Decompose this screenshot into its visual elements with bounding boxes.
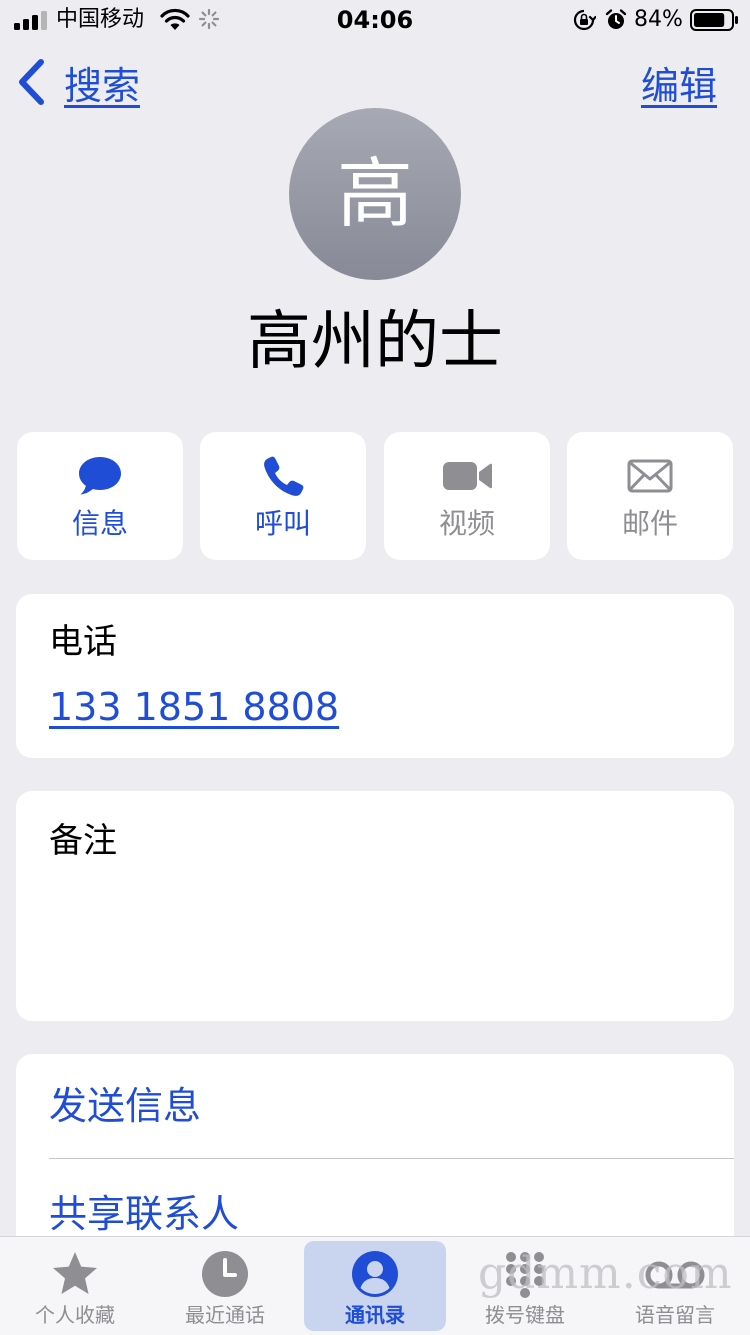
contact-name: 高州的士 [247,305,503,379]
phone-icon [264,456,304,496]
video-action-label: 视频 [438,507,495,540]
call-action-label: 呼叫 [254,507,311,540]
chevron-left-icon [19,59,44,105]
back-button-label: 搜索 [64,63,141,108]
tab-contacts-label: 通讯录 [345,1303,405,1327]
tab-favorites[interactable]: 个人收藏 [4,1241,146,1331]
battery-icon [690,9,738,31]
phone-card: 电话 133 1851 8808 [16,594,734,758]
envelope-icon [627,459,673,493]
phone-number-link[interactable]: 133 1851 8808 [49,682,339,732]
message-action-label: 信息 [71,507,128,540]
tab-favorites-label: 个人收藏 [35,1303,115,1327]
video-action-button[interactable]: 视频 [384,432,550,560]
avatar-initial: 高 [337,149,413,238]
tab-recents-label: 最近通话 [185,1303,265,1327]
alarm-clock-icon [605,9,627,29]
tab-recents[interactable]: 最近通话 [154,1241,296,1331]
notes-card[interactable]: 备注 [16,791,734,1021]
back-button[interactable]: 搜索 [14,54,140,110]
mail-action-label: 邮件 [621,507,678,540]
message-bubble-icon [79,457,121,495]
tab-contacts[interactable]: 通讯录 [304,1241,446,1331]
clock-icon [202,1251,248,1297]
share-contact-link[interactable]: 共享联系人 [49,1188,239,1240]
divider [49,1158,734,1159]
call-action-button[interactable]: 呼叫 [200,432,366,560]
message-action-button[interactable]: 信息 [17,432,183,560]
phone-label: 电话 [49,622,117,662]
mail-action-button[interactable]: 邮件 [567,432,733,560]
status-bar: 中国移动 04:06 84% [0,0,750,40]
watermark: gdmm.com [478,1248,733,1299]
battery-percent: 84% [634,7,683,32]
send-message-link[interactable]: 发送信息 [49,1080,201,1132]
contact-actions-card: 发送信息 共享联系人 [16,1054,734,1254]
orientation-lock-icon [573,9,596,31]
person-circle-icon [352,1251,398,1297]
avatar: 高 [289,108,461,280]
notes-label: 备注 [49,821,117,861]
video-camera-icon [443,462,492,490]
edit-button[interactable]: 编辑 [641,54,717,110]
star-icon [53,1252,97,1294]
